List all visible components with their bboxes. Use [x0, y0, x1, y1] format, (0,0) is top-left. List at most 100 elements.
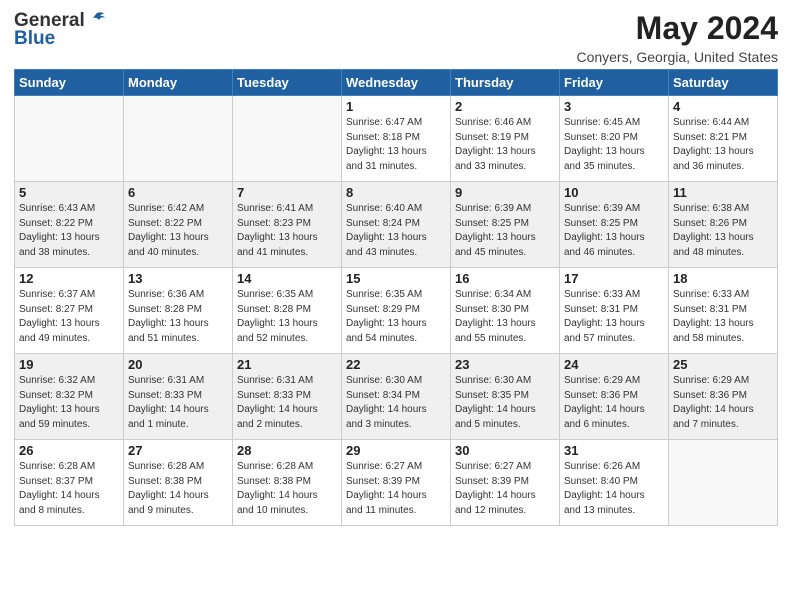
day-info: Sunrise: 6:45 AM Sunset: 8:20 PM Dayligh…: [564, 117, 645, 172]
day-info: Sunrise: 6:31 AM Sunset: 8:33 PM Dayligh…: [128, 375, 209, 430]
day-number: 17: [564, 271, 664, 286]
day-number: 22: [346, 357, 446, 372]
day-number: 20: [128, 357, 228, 372]
empty-cell: [233, 96, 342, 182]
day-info: Sunrise: 6:35 AM Sunset: 8:28 PM Dayligh…: [237, 289, 318, 344]
day-info: Sunrise: 6:37 AM Sunset: 8:27 PM Dayligh…: [19, 289, 100, 344]
calendar-day-cell: 12Sunrise: 6:37 AM Sunset: 8:27 PM Dayli…: [15, 268, 124, 354]
calendar-day-cell: 11 Sunrise: 6:38 AM Sunset: 8:26 PM Dayli…: [669, 182, 778, 268]
calendar-day-cell: 22Sunrise: 6:30 AM Sunset: 8:34 PM Dayli…: [342, 354, 451, 440]
calendar-table: SundayMondayTuesdayWednesdayThursdayFrid…: [14, 69, 778, 526]
day-info: Sunrise: 6:29 AM Sunset: 8:36 PM Dayligh…: [673, 375, 754, 430]
calendar-day-cell: 16Sunrise: 6:34 AM Sunset: 8:30 PM Dayli…: [451, 268, 560, 354]
calendar-day-cell: 2 Sunrise: 6:46 AM Sunset: 8:19 PM Daylig…: [451, 96, 560, 182]
day-number: 15: [346, 271, 446, 286]
day-number: 13: [128, 271, 228, 286]
calendar-day-cell: 5Sunrise: 6:43 AM Sunset: 8:22 PM Daylig…: [15, 182, 124, 268]
day-info: Sunrise: 6:35 AM Sunset: 8:29 PM Dayligh…: [346, 289, 427, 344]
title-area: May 2024 Conyers, Georgia, United States: [576, 10, 778, 65]
day-info: Sunrise: 6:47 AM Sunset: 8:18 PM Dayligh…: [346, 117, 427, 172]
calendar-day-cell: 29 Sunrise: 6:27 AM Sunset: 8:39 PM Dayli…: [342, 440, 451, 526]
calendar-day-cell: 21 Sunrise: 6:31 AM Sunset: 8:33 PM Dayli…: [233, 354, 342, 440]
weekday-header-saturday: Saturday: [669, 70, 778, 96]
calendar-week-row: 5Sunrise: 6:43 AM Sunset: 8:22 PM Daylig…: [15, 182, 778, 268]
day-number: 9: [455, 185, 555, 200]
calendar-day-cell: 17Sunrise: 6:33 AM Sunset: 8:31 PM Dayli…: [560, 268, 669, 354]
day-number: 7: [237, 185, 337, 200]
day-info: Sunrise: 6:46 AM Sunset: 8:19 PM Dayligh…: [455, 117, 536, 172]
month-title: May 2024: [576, 10, 778, 47]
day-number: 21: [237, 357, 337, 372]
day-number: 23: [455, 357, 555, 372]
calendar-day-cell: 24 Sunrise: 6:29 AM Sunset: 8:36 PM Dayli…: [560, 354, 669, 440]
logo-bird-icon: [87, 11, 107, 27]
calendar-day-cell: 6Sunrise: 6:42 AM Sunset: 8:22 PM Daylig…: [124, 182, 233, 268]
calendar-day-cell: 19Sunrise: 6:32 AM Sunset: 8:32 PM Dayli…: [15, 354, 124, 440]
day-info: Sunrise: 6:27 AM Sunset: 8:39 PM Dayligh…: [346, 461, 427, 516]
day-number: 24: [564, 357, 664, 372]
calendar-day-cell: 31 Sunrise: 6:26 AM Sunset: 8:40 PM Dayli…: [560, 440, 669, 526]
calendar-week-row: 12Sunrise: 6:37 AM Sunset: 8:27 PM Dayli…: [15, 268, 778, 354]
logo-blue: Blue: [14, 28, 55, 50]
day-number: 4: [673, 99, 773, 114]
day-number: 30: [455, 443, 555, 458]
day-number: 26: [19, 443, 119, 458]
weekday-header-wednesday: Wednesday: [342, 70, 451, 96]
day-number: 29: [346, 443, 446, 458]
day-info: Sunrise: 6:28 AM Sunset: 8:37 PM Dayligh…: [19, 461, 100, 516]
calendar-day-cell: 10 Sunrise: 6:39 AM Sunset: 8:25 PM Dayli…: [560, 182, 669, 268]
weekday-header-monday: Monday: [124, 70, 233, 96]
day-number: 10: [564, 185, 664, 200]
weekday-header-thursday: Thursday: [451, 70, 560, 96]
weekday-header-sunday: Sunday: [15, 70, 124, 96]
calendar-week-row: 1 Sunrise: 6:47 AM Sunset: 8:18 PM Daylig…: [15, 96, 778, 182]
day-info: Sunrise: 6:40 AM Sunset: 8:24 PM Dayligh…: [346, 203, 427, 258]
calendar-day-cell: 15 Sunrise: 6:35 AM Sunset: 8:29 PM Dayli…: [342, 268, 451, 354]
calendar-day-cell: 28 Sunrise: 6:28 AM Sunset: 8:38 PM Dayli…: [233, 440, 342, 526]
day-info: Sunrise: 6:32 AM Sunset: 8:32 PM Dayligh…: [19, 375, 100, 430]
day-info: Sunrise: 6:36 AM Sunset: 8:28 PM Dayligh…: [128, 289, 209, 344]
calendar-day-cell: 14Sunrise: 6:35 AM Sunset: 8:28 PM Dayli…: [233, 268, 342, 354]
day-number: 25: [673, 357, 773, 372]
day-number: 5: [19, 185, 119, 200]
day-info: Sunrise: 6:26 AM Sunset: 8:40 PM Dayligh…: [564, 461, 645, 516]
calendar-day-cell: 20 Sunrise: 6:31 AM Sunset: 8:33 PM Dayli…: [124, 354, 233, 440]
calendar-day-cell: 27Sunrise: 6:28 AM Sunset: 8:38 PM Dayli…: [124, 440, 233, 526]
day-info: Sunrise: 6:27 AM Sunset: 8:39 PM Dayligh…: [455, 461, 536, 516]
day-info: Sunrise: 6:41 AM Sunset: 8:23 PM Dayligh…: [237, 203, 318, 258]
day-info: Sunrise: 6:38 AM Sunset: 8:26 PM Dayligh…: [673, 203, 754, 258]
day-number: 18: [673, 271, 773, 286]
weekday-header-friday: Friday: [560, 70, 669, 96]
calendar-day-cell: 23 Sunrise: 6:30 AM Sunset: 8:35 PM Dayli…: [451, 354, 560, 440]
day-info: Sunrise: 6:44 AM Sunset: 8:21 PM Dayligh…: [673, 117, 754, 172]
calendar-day-cell: 9 Sunrise: 6:39 AM Sunset: 8:25 PM Daylig…: [451, 182, 560, 268]
day-info: Sunrise: 6:28 AM Sunset: 8:38 PM Dayligh…: [237, 461, 318, 516]
weekday-header-row: SundayMondayTuesdayWednesdayThursdayFrid…: [15, 70, 778, 96]
calendar-day-cell: 4 Sunrise: 6:44 AM Sunset: 8:21 PM Daylig…: [669, 96, 778, 182]
empty-cell: [15, 96, 124, 182]
day-number: 27: [128, 443, 228, 458]
day-number: 1: [346, 99, 446, 114]
empty-cell: [124, 96, 233, 182]
calendar-day-cell: 8 Sunrise: 6:40 AM Sunset: 8:24 PM Daylig…: [342, 182, 451, 268]
day-info: Sunrise: 6:34 AM Sunset: 8:30 PM Dayligh…: [455, 289, 536, 344]
day-info: Sunrise: 6:42 AM Sunset: 8:22 PM Dayligh…: [128, 203, 209, 258]
day-number: 3: [564, 99, 664, 114]
day-number: 11: [673, 185, 773, 200]
calendar-week-row: 26 Sunrise: 6:28 AM Sunset: 8:37 PM Dayli…: [15, 440, 778, 526]
day-info: Sunrise: 6:31 AM Sunset: 8:33 PM Dayligh…: [237, 375, 318, 430]
day-number: 8: [346, 185, 446, 200]
weekday-header-tuesday: Tuesday: [233, 70, 342, 96]
day-info: Sunrise: 6:29 AM Sunset: 8:36 PM Dayligh…: [564, 375, 645, 430]
day-number: 31: [564, 443, 664, 458]
header: General Blue May 2024 Conyers, Georgia, …: [14, 10, 778, 65]
day-info: Sunrise: 6:30 AM Sunset: 8:35 PM Dayligh…: [455, 375, 536, 430]
day-info: Sunrise: 6:39 AM Sunset: 8:25 PM Dayligh…: [455, 203, 536, 258]
calendar-day-cell: 3 Sunrise: 6:45 AM Sunset: 8:20 PM Daylig…: [560, 96, 669, 182]
day-number: 28: [237, 443, 337, 458]
day-number: 2: [455, 99, 555, 114]
location: Conyers, Georgia, United States: [576, 49, 778, 65]
day-info: Sunrise: 6:39 AM Sunset: 8:25 PM Dayligh…: [564, 203, 645, 258]
calendar-day-cell: 26 Sunrise: 6:28 AM Sunset: 8:37 PM Dayli…: [15, 440, 124, 526]
day-info: Sunrise: 6:33 AM Sunset: 8:31 PM Dayligh…: [673, 289, 754, 344]
